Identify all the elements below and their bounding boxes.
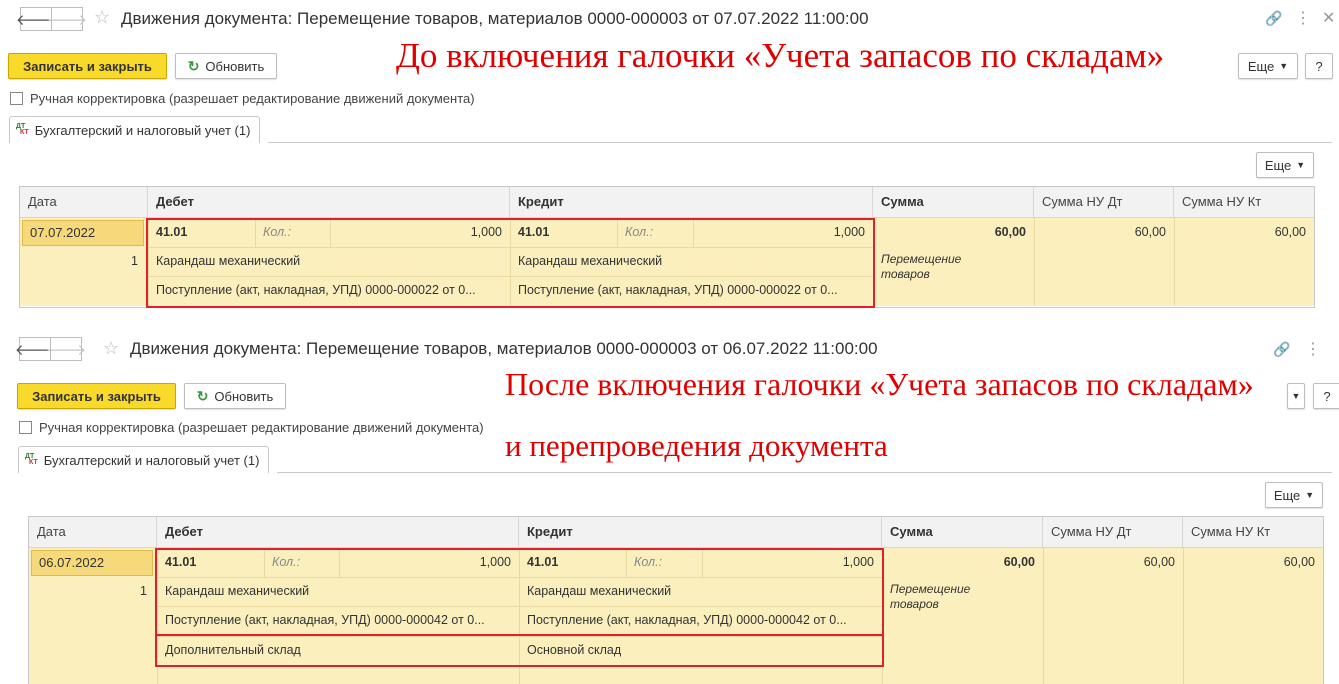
sum-nu-dt-value[interactable]: 60,00 bbox=[1034, 218, 1174, 247]
row-number: 1 bbox=[131, 254, 138, 268]
favorite-star-icon[interactable]: ☆ bbox=[94, 7, 110, 28]
chevron-down-icon: ▼ bbox=[1305, 490, 1315, 500]
table-header: Дата Дебет Кредит Сумма Сумма НУ Дт Сумм… bbox=[29, 517, 1323, 548]
save-close-button[interactable]: Записать и закрыть bbox=[8, 53, 167, 79]
refresh-button[interactable]: ↻ Обновить bbox=[175, 53, 277, 79]
col-debit[interactable]: Дебет bbox=[157, 517, 519, 547]
table-more-button[interactable]: Еще ▼ bbox=[1265, 482, 1323, 508]
col-sum-nu-kt[interactable]: Сумма НУ Кт bbox=[1174, 187, 1314, 217]
col-debit[interactable]: Дебет bbox=[148, 187, 510, 217]
favorite-star-icon[interactable]: ☆ bbox=[103, 338, 119, 359]
table-more-button[interactable]: Еще ▼ bbox=[1256, 152, 1314, 178]
col-credit[interactable]: Кредит bbox=[510, 187, 873, 217]
arrow-right-icon: 🡒 bbox=[46, 11, 88, 29]
refresh-icon: ↻ bbox=[196, 387, 209, 404]
note-after: После включения галочки «Учета запасов п… bbox=[505, 366, 1254, 402]
col-sum-nu-dt[interactable]: Сумма НУ Дт bbox=[1034, 187, 1174, 217]
checkbox-box[interactable] bbox=[19, 421, 32, 434]
content-line-1: Перемещение bbox=[881, 252, 962, 266]
table-more-label: Еще bbox=[1273, 487, 1301, 503]
refresh-icon: ↻ bbox=[187, 57, 200, 74]
content-line-2: товаров bbox=[881, 267, 930, 281]
movements-table-before: Дата Дебет Кредит Сумма Сумма НУ Дт Сумм… bbox=[19, 186, 1315, 308]
chevron-down-icon: ▼ bbox=[1291, 391, 1301, 401]
link-icon[interactable]: 🔗 bbox=[1273, 341, 1290, 358]
note-before: До включения галочки «Учета запасов по с… bbox=[396, 36, 1165, 75]
col-date[interactable]: Дата bbox=[20, 187, 148, 217]
note-after-2: и перепроведения документа bbox=[505, 428, 888, 463]
tab-accounting[interactable]: ДТ КТ Бухгалтерский и налоговый учет (1) bbox=[9, 116, 261, 143]
nav-group: 🡐 🡒 bbox=[16, 7, 87, 31]
highlight-box bbox=[155, 548, 884, 636]
tab-divider bbox=[268, 142, 1332, 143]
col-sum-nu-dt[interactable]: Сумма НУ Дт bbox=[1043, 517, 1183, 547]
col-sum[interactable]: Сумма bbox=[882, 517, 1043, 547]
window-title: Движения документа: Перемещение товаров,… bbox=[121, 9, 869, 28]
manual-correction-label: Ручная корректировка (разрешает редактир… bbox=[30, 91, 475, 106]
kebab-menu-icon[interactable]: ⋮ bbox=[1295, 8, 1311, 28]
dt-kt-icon: ДТ КТ bbox=[25, 453, 38, 466]
sum-value[interactable]: 60,00 bbox=[882, 548, 1043, 577]
col-date[interactable]: Дата bbox=[29, 517, 157, 547]
highlight-box bbox=[146, 218, 875, 308]
manual-correction-label: Ручная корректировка (разрешает редактир… bbox=[39, 420, 484, 435]
kebab-menu-icon[interactable]: ⋮ bbox=[1305, 339, 1321, 359]
close-icon[interactable]: ✕ bbox=[1322, 8, 1335, 28]
arrow-right-icon: 🡒 bbox=[45, 341, 87, 359]
sum-nu-kt-value[interactable]: 60,00 bbox=[1174, 218, 1314, 247]
content-line-1: Перемещение bbox=[890, 582, 971, 596]
link-icon[interactable]: 🔗 bbox=[1265, 10, 1282, 27]
table-more-label: Еще bbox=[1264, 157, 1292, 173]
content-text: Перемещение товаров bbox=[873, 252, 1034, 282]
chevron-down-icon: ▼ bbox=[1279, 61, 1289, 71]
col-sum[interactable]: Сумма bbox=[873, 187, 1034, 217]
help-button[interactable]: ? bbox=[1313, 383, 1339, 409]
sum-value[interactable]: 60,00 bbox=[873, 218, 1034, 247]
forward-button[interactable]: 🡒 bbox=[46, 337, 86, 361]
chevron-down-icon: ▼ bbox=[1296, 160, 1306, 170]
more-button[interactable]: Еще ▼ bbox=[1238, 53, 1298, 79]
highlight-box-warehouse bbox=[155, 634, 884, 667]
checkbox-box[interactable] bbox=[10, 92, 23, 105]
tab-label: Бухгалтерский и налоговый учет (1) bbox=[43, 452, 260, 468]
row-number: 1 bbox=[140, 584, 147, 598]
table-header: Дата Дебет Кредит Сумма Сумма НУ Дт Сумм… bbox=[20, 187, 1314, 218]
tab-divider bbox=[277, 472, 1332, 473]
save-close-button[interactable]: Записать и закрыть bbox=[17, 383, 176, 409]
more-label: Еще bbox=[1247, 58, 1275, 74]
help-button[interactable]: ? bbox=[1305, 53, 1333, 79]
content-line-2: товаров bbox=[890, 597, 939, 611]
col-credit[interactable]: Кредит bbox=[519, 517, 882, 547]
forward-button[interactable]: 🡒 bbox=[47, 7, 87, 31]
dt-kt-icon: ДТ КТ bbox=[16, 123, 29, 136]
sum-nu-kt-value[interactable]: 60,00 bbox=[1183, 548, 1323, 577]
row-date[interactable]: 06.07.2022 bbox=[31, 550, 153, 576]
more-button-partial[interactable]: ▼ bbox=[1287, 383, 1305, 409]
movements-table-after: Дата Дебет Кредит Сумма Сумма НУ Дт Сумм… bbox=[28, 516, 1324, 684]
refresh-label: Обновить bbox=[214, 388, 274, 404]
col-sum-nu-kt[interactable]: Сумма НУ Кт bbox=[1183, 517, 1323, 547]
tab-accounting[interactable]: ДТ КТ Бухгалтерский и налоговый учет (1) bbox=[18, 446, 270, 473]
sum-nu-dt-value[interactable]: 60,00 bbox=[1043, 548, 1183, 577]
manual-correction-checkbox[interactable]: Ручная корректировка (разрешает редактир… bbox=[19, 420, 484, 435]
tab-label: Бухгалтерский и налоговый учет (1) bbox=[34, 122, 251, 138]
manual-correction-checkbox[interactable]: Ручная корректировка (разрешает редактир… bbox=[10, 91, 475, 106]
row-date[interactable]: 07.07.2022 bbox=[22, 220, 144, 246]
nav-group: 🡐 🡒 bbox=[15, 337, 86, 361]
content-text: Перемещение товаров bbox=[882, 582, 1043, 612]
refresh-button[interactable]: ↻ Обновить bbox=[184, 383, 286, 409]
window-title: Движения документа: Перемещение товаров,… bbox=[130, 339, 878, 358]
refresh-label: Обновить bbox=[205, 58, 265, 74]
